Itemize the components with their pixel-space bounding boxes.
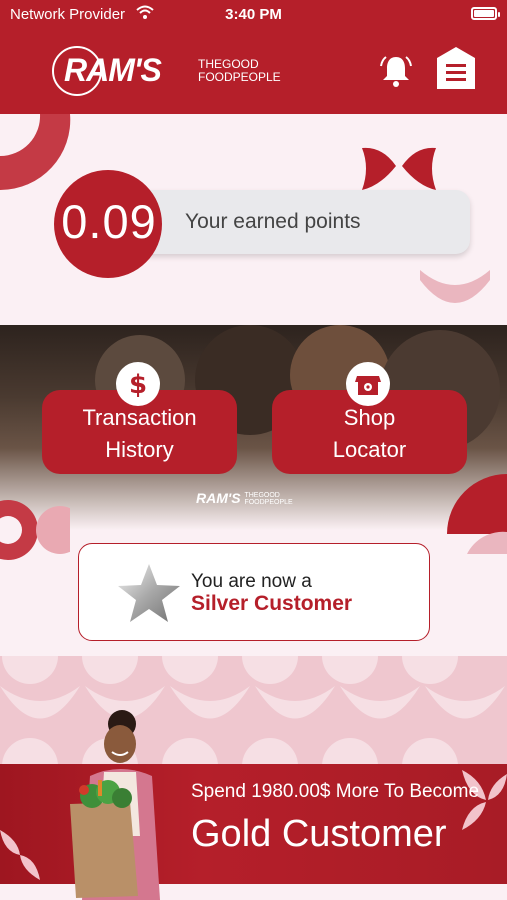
decorative-petals-promo-left bbox=[0, 830, 40, 880]
battery-icon bbox=[471, 7, 500, 20]
status-tier: Silver Customer bbox=[191, 592, 353, 615]
watermark-brand: RAM'S bbox=[196, 490, 241, 506]
dollar-icon: $ bbox=[116, 362, 160, 406]
transaction-history-label-line1: Transaction bbox=[82, 405, 197, 430]
brand-logo[interactable]: RAM'S THEGOOD FOODPEOPLE bbox=[52, 46, 281, 96]
app-header: RAM'S THEGOOD FOODPEOPLE bbox=[0, 30, 507, 114]
svg-text:$: $ bbox=[129, 370, 147, 400]
status-intro: You are now a bbox=[191, 571, 312, 592]
status-bar: Network Provider 3:40 PM bbox=[0, 0, 507, 30]
promo-title: Gold Customer bbox=[191, 813, 447, 855]
decorative-semicircle-right bbox=[447, 474, 507, 554]
watermark-logo: RAM'S THEGOOD FOODPEOPLE bbox=[196, 490, 293, 506]
shopper-illustration bbox=[70, 710, 160, 900]
bell-icon[interactable] bbox=[380, 54, 412, 88]
logo-tagline: THEGOOD FOODPEOPLE bbox=[198, 58, 281, 84]
points-value: 0.09 bbox=[61, 195, 157, 248]
shop-locator-label-line2: Locator bbox=[332, 437, 407, 462]
watermark-line2: FOODPEOPLE bbox=[244, 499, 293, 507]
promo-subtitle: Spend 1980.00$ More To Become bbox=[191, 781, 480, 802]
store-locator-icon bbox=[346, 362, 390, 406]
transaction-history-label-line2: History bbox=[105, 437, 174, 462]
logo-text: RAM'S bbox=[64, 52, 162, 88]
decorative-circles-left bbox=[0, 500, 70, 560]
shop-locator-label-line1: Shop bbox=[343, 405, 396, 430]
points-label: Your earned points bbox=[185, 210, 361, 233]
clock: 3:40 PM bbox=[225, 6, 282, 23]
silver-star-icon bbox=[118, 564, 180, 622]
tagline-line2: FOODPEOPLE bbox=[198, 70, 281, 84]
decorative-petals-mid bbox=[420, 270, 490, 303]
decorative-arc-left bbox=[0, 114, 71, 191]
watermark-line1: THEGOOD bbox=[244, 492, 280, 500]
decorative-petals-top bbox=[362, 147, 436, 190]
menu-icon[interactable] bbox=[436, 46, 476, 90]
